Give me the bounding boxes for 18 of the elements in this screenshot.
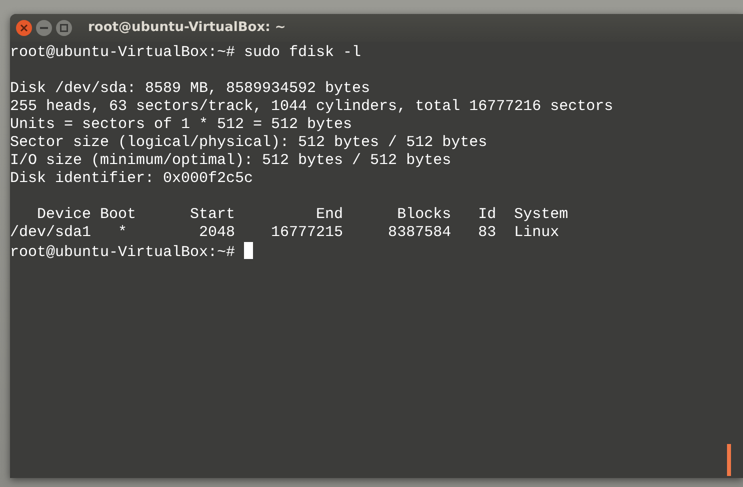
terminal-line: Units = sectors of 1 * 512 = 512 bytes (10, 116, 352, 133)
maximize-icon (60, 24, 68, 32)
close-button[interactable] (16, 20, 32, 36)
maximize-button[interactable] (56, 20, 72, 36)
minimize-icon (40, 27, 48, 29)
terminal-line: root@ubuntu-VirtualBox:~# (10, 244, 236, 261)
terminal-line: Disk identifier: 0x000f2c5c (10, 170, 254, 187)
terminal-line: Device Boot Start End Blocks Id System (36, 206, 568, 223)
terminal-line: I/O size (minimum/optimal): 512 bytes / 512 bytes (10, 152, 452, 169)
terminal-line: root@ubuntu-VirtualBox:~# sudo fdisk -l (10, 44, 362, 61)
terminal-line: 255 heads, 63 sectors/track, 1044 cylinders, total 16777216 sectors (10, 98, 614, 115)
close-icon (20, 24, 28, 32)
terminal-line: /dev/sda1 * 2048 16777215 8387584 83 Linux (10, 224, 560, 241)
terminal-line: Sector size (logical/physical): 512 bytes / 512 bytes (10, 134, 488, 151)
terminal-line: Disk /dev/sda: 8589 MB, 8589934592 bytes (10, 80, 370, 97)
scrollbar-thumb[interactable] (727, 444, 731, 476)
window-title: root@ubuntu-VirtualBox: ~ (88, 19, 286, 38)
minimize-button[interactable] (36, 20, 52, 36)
